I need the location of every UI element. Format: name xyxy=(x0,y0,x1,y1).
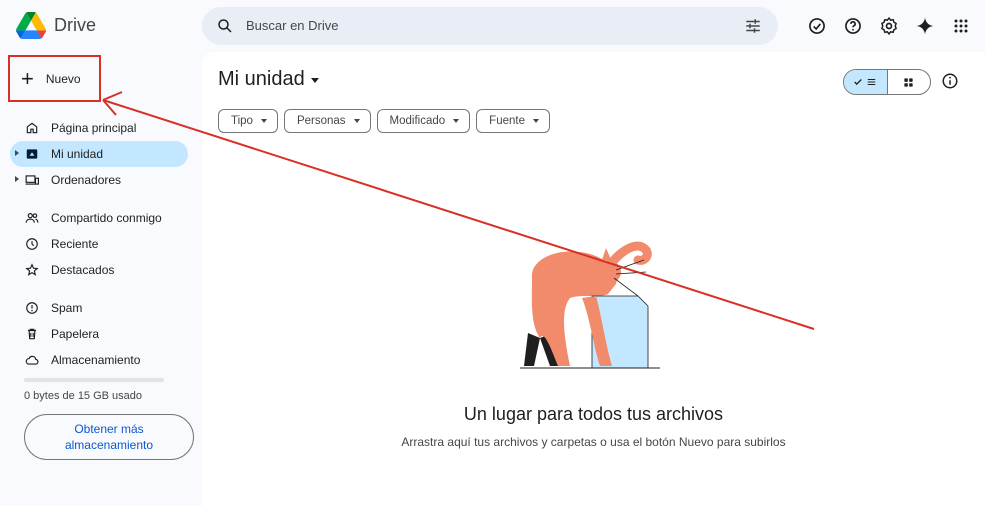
empty-state-subtitle: Arrastra aquí tus archivos y carpetas o … xyxy=(401,435,786,449)
sidebar-item-label: Destacados xyxy=(51,263,115,277)
help-icon[interactable] xyxy=(841,14,865,38)
gemini-sparkle-icon[interactable] xyxy=(913,14,937,38)
empty-state-title: Un lugar para todos tus archivos xyxy=(463,404,724,424)
expand-arrow-icon[interactable] xyxy=(15,176,19,182)
dropdown-arrow-icon xyxy=(453,119,460,123)
app-name: Drive xyxy=(54,15,97,35)
filter-chip-source[interactable]: Fuente xyxy=(476,109,550,133)
dropdown-arrow-icon xyxy=(532,119,539,123)
home-icon xyxy=(25,121,39,135)
computers-icon xyxy=(25,173,39,187)
my-drive-icon xyxy=(25,147,39,161)
filter-chip-label: Modificado xyxy=(389,115,446,127)
new-button[interactable]: + Nuevo xyxy=(9,57,99,101)
top-bar: Drive Buscar en Drive xyxy=(0,0,985,52)
sidebar-item-label: Reciente xyxy=(51,237,99,251)
check-icon xyxy=(854,79,863,85)
filter-chip-type[interactable]: Tipo xyxy=(218,109,278,133)
sidebar-item-starred[interactable]: Destacados xyxy=(0,257,200,283)
settings-icon[interactable] xyxy=(877,14,901,38)
drive-logo[interactable]: Drive xyxy=(16,12,96,39)
search-options-icon[interactable] xyxy=(744,17,762,35)
clock-icon xyxy=(25,237,39,251)
sidebar-item-label: Página principal xyxy=(51,121,137,135)
cloud-icon xyxy=(25,353,39,367)
drive-logo-icon xyxy=(16,12,46,39)
sidebar-item-recent[interactable]: Reciente xyxy=(0,231,200,257)
page-title-text: Mi unidad xyxy=(218,68,305,90)
sidebar-item-storage[interactable]: Almacenamiento xyxy=(0,347,200,373)
info-icon[interactable] xyxy=(941,72,959,90)
sidebar-item-spam[interactable]: Spam xyxy=(0,295,200,321)
shared-icon xyxy=(25,211,39,225)
search-input[interactable]: Buscar en Drive xyxy=(246,18,338,33)
filter-chip-label: Fuente xyxy=(489,115,525,127)
grid-icon xyxy=(904,77,914,87)
filter-chips: Tipo Personas Modificado Fuente xyxy=(218,109,550,133)
spam-icon xyxy=(25,301,39,315)
star-icon xyxy=(25,263,39,277)
filter-chip-label: Personas xyxy=(296,115,346,127)
trash-icon xyxy=(25,327,39,341)
dropdown-arrow-icon xyxy=(260,119,267,123)
grid-view-button[interactable] xyxy=(886,70,930,94)
storage-usage-bar xyxy=(24,378,164,382)
plus-icon: + xyxy=(21,66,34,91)
filter-chip-label: Tipo xyxy=(231,115,253,127)
sidebar-item-label: Papelera xyxy=(51,327,100,341)
get-more-storage-button[interactable]: Obtener más almacenamiento xyxy=(24,414,194,460)
chevron-down-icon xyxy=(310,78,319,83)
new-button-label: Nuevo xyxy=(45,72,81,86)
sidebar-item-label: Mi unidad xyxy=(51,147,104,161)
sidebar-item-trash[interactable]: Papelera xyxy=(0,321,200,347)
empty-state-cat-illustration xyxy=(520,241,660,369)
search-bar[interactable]: Buscar en Drive xyxy=(202,7,778,45)
sidebar-nav: Página principal Mi unidad Ordenadores C… xyxy=(0,115,200,373)
filter-chip-modified[interactable]: Modificado xyxy=(376,109,471,133)
main-panel: Mi unidad Tipo Personas Modificado Fuent… xyxy=(202,52,985,506)
page-title[interactable]: Mi unidad xyxy=(218,68,319,91)
sidebar-item-computers[interactable]: Ordenadores xyxy=(0,167,200,193)
apps-grid-icon[interactable] xyxy=(949,14,973,38)
sidebar-item-home[interactable]: Página principal xyxy=(0,115,200,141)
top-actions xyxy=(805,14,973,38)
ready-offline-icon[interactable] xyxy=(805,14,829,38)
view-toggle[interactable] xyxy=(843,69,931,95)
sidebar-item-label: Compartido conmigo xyxy=(51,211,162,225)
list-view-button[interactable] xyxy=(844,70,887,94)
filter-chip-people[interactable]: Personas xyxy=(283,109,371,133)
sidebar-item-label: Ordenadores xyxy=(51,173,122,187)
list-icon xyxy=(868,78,876,86)
sidebar-item-shared[interactable]: Compartido conmigo xyxy=(0,205,200,231)
dropdown-arrow-icon xyxy=(353,119,360,123)
sidebar-item-label: Spam xyxy=(51,301,83,315)
storage-usage-text: 0 bytes de 15 GB usado xyxy=(24,390,143,402)
sidebar-item-my-drive[interactable]: Mi unidad xyxy=(10,141,188,167)
search-icon[interactable] xyxy=(216,17,234,35)
sidebar-item-label: Almacenamiento xyxy=(51,353,141,367)
expand-arrow-icon[interactable] xyxy=(15,150,19,156)
